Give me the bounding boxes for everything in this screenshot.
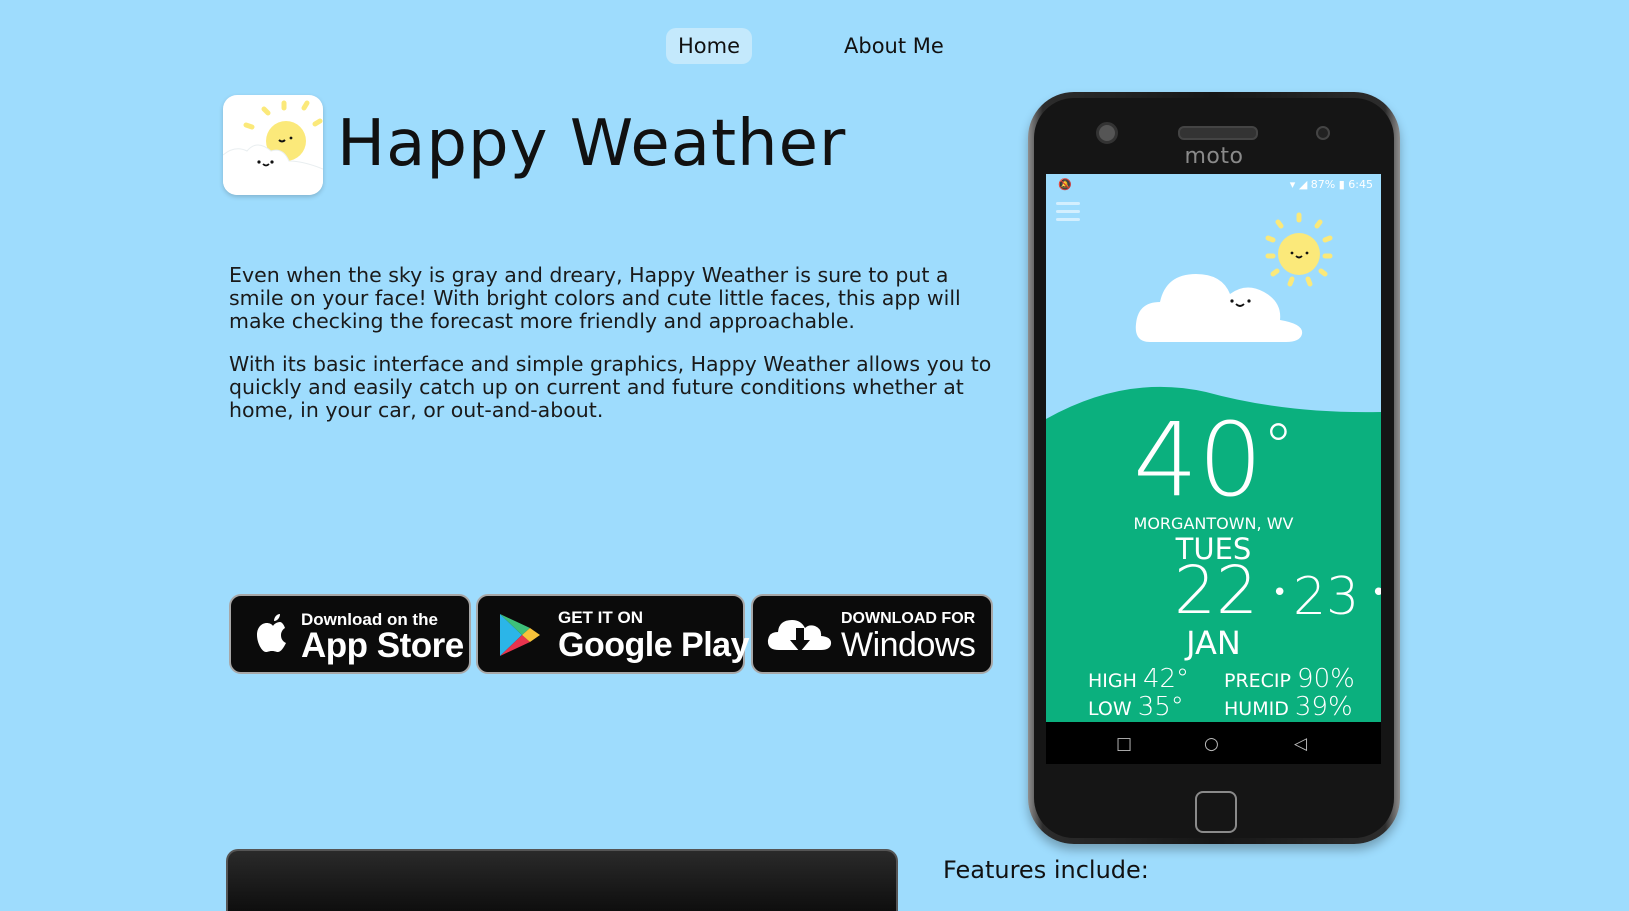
cloud-icon [1135,274,1303,342]
humid-label: HUMID [1224,698,1289,720]
app-title: Happy Weather [337,107,847,181]
humid-stat: HUMID 39% [1224,692,1353,722]
app-store-button[interactable]: Download on the App Store [229,594,471,674]
low-value: 35° [1137,692,1184,722]
precip-label: PRECIP [1224,670,1291,692]
date-separator-dot: • [1371,578,1381,608]
earpiece [1178,126,1258,140]
features-heading: Features include: [943,856,1149,884]
month-label: JAN [1186,624,1241,662]
phone-screen: 🔕 ▾ ◢ 87% ▮ 6:45 40° MORGANTOWN, WV TUES… [1046,174,1381,764]
app-icon [223,95,323,195]
intro-paragraph-1: Even when the sky is gray and dreary, Ha… [229,263,961,333]
recents-icon[interactable]: □ [1116,734,1132,754]
precip-value: 90% [1297,664,1355,694]
app-store-big-label: App Store [301,626,464,665]
sun-icon [1278,233,1320,275]
degree-symbol: ° [1262,410,1294,483]
intro-text: Even when the sky is gray and dreary, Ha… [229,264,1009,442]
humid-value: 39% [1294,692,1353,722]
phone-home-button [1195,791,1237,833]
nav-home-link[interactable]: Home [666,28,753,64]
tablet-mockup [226,849,898,911]
google-play-button[interactable]: GET IT ON Google Play [476,594,750,674]
apple-icon [257,614,286,652]
date-separator-dot: • [1272,578,1288,608]
precip-stat: PRECIP 90% [1224,664,1355,694]
temperature-value: 40 [1133,401,1263,520]
windows-download-button[interactable]: DOWNLOAD FOR Windows [751,594,993,674]
current-temperature: 40° [1046,406,1381,516]
google-play-icon [500,614,540,656]
low-stat: LOW 35° [1088,692,1184,722]
high-value: 42° [1142,664,1190,694]
high-label: HIGH [1088,670,1137,692]
google-play-small-label: GET IT ON [558,608,643,627]
top-nav: Home About Me [0,28,1629,64]
next-date[interactable]: 23 [1293,566,1359,628]
home-circle-icon[interactable]: ○ [1204,734,1219,754]
google-play-big-label: Google Play [558,626,750,664]
cloud-download-icon [767,620,832,652]
low-label: LOW [1088,698,1132,720]
proximity-sensor [1316,126,1330,140]
current-date: 22 [1174,552,1258,629]
windows-big-label: Windows [841,626,976,664]
location-label: MORGANTOWN, WV [1133,514,1294,533]
nav-about-link[interactable]: About Me [832,28,956,64]
phone-brand: moto [1184,144,1244,169]
back-triangle-icon[interactable]: ◁ [1294,734,1307,754]
front-camera [1096,122,1118,144]
intro-paragraph-2: With its basic interface and simple grap… [229,352,992,422]
high-stat: HIGH 42° [1088,664,1189,694]
android-nav-bar: □ ○ ◁ [1046,722,1381,764]
